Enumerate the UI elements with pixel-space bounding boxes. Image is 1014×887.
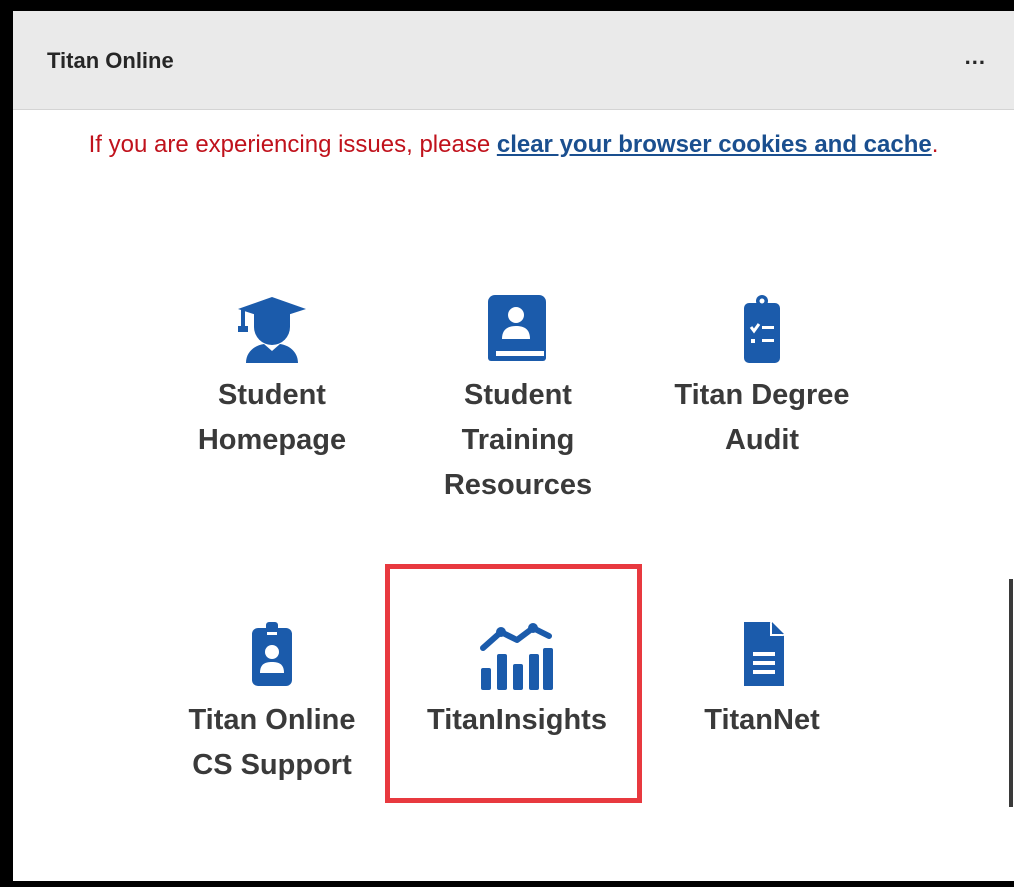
highlight-box	[385, 564, 642, 803]
tile-student-homepage[interactable]: Student Homepage	[172, 293, 372, 463]
clipboard-checklist-icon	[744, 295, 780, 363]
tile-label: Student Homepage	[197, 379, 347, 456]
tile-titan-degree-audit[interactable]: Titan Degree Audit	[662, 293, 862, 463]
tile-label: TitanNet	[704, 704, 820, 736]
tile-label: Titan Online CS Support	[188, 704, 356, 781]
tile-label: Student Training Resources	[443, 379, 593, 501]
issue-notice: If you are experiencing issues, please c…	[13, 131, 1014, 159]
tile-titan-online-cs-support[interactable]: Titan Online CS Support	[172, 618, 372, 788]
graduate-icon	[238, 297, 306, 363]
contact-book-icon	[488, 295, 546, 361]
more-options-button[interactable]: ...	[965, 44, 986, 70]
notice-text: If you are experiencing issues, please	[88, 131, 497, 158]
panel-title: Titan Online	[47, 48, 174, 73]
clear-cookies-link[interactable]: clear your browser cookies and cache	[497, 131, 932, 158]
vertical-scrollbar[interactable]	[1009, 579, 1013, 807]
notice-period: .	[931, 131, 939, 158]
id-badge-icon	[252, 622, 292, 686]
tile-titannet[interactable]: TitanNet	[662, 618, 862, 743]
tile-label: Titan Degree Audit	[674, 379, 850, 456]
document-icon	[744, 622, 784, 686]
titan-online-panel: Titan Online ... If you are experiencing…	[0, 0, 1014, 887]
tile-student-training-resources[interactable]: Student Training Resources	[418, 293, 618, 508]
panel-header: Titan Online ...	[13, 11, 1014, 110]
